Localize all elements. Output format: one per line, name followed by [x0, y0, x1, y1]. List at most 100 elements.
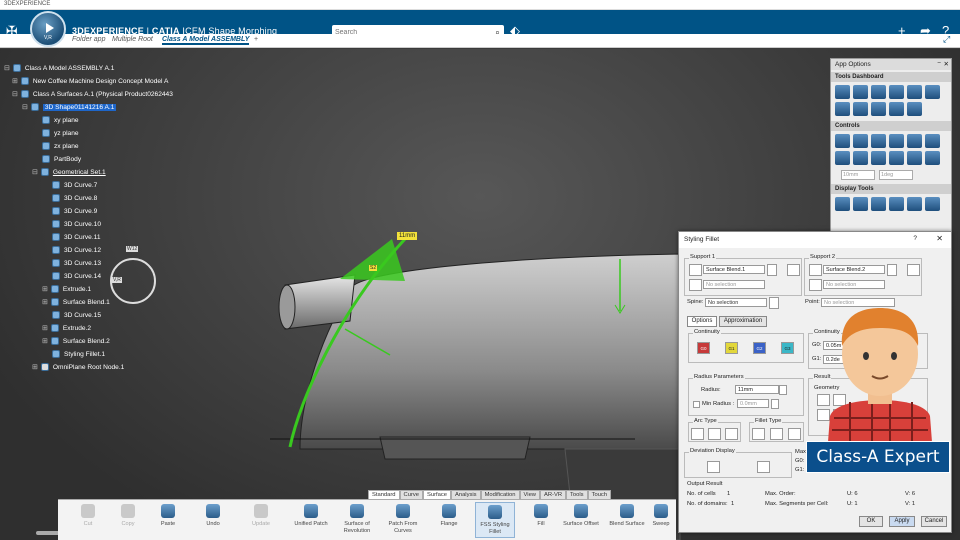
- support2-curve-icon[interactable]: [809, 279, 822, 291]
- tool-icon[interactable]: [853, 102, 868, 116]
- patch-from-curves-button[interactable]: Patch From Curves: [383, 502, 423, 535]
- min-radius-field[interactable]: 0.0mm: [737, 399, 769, 408]
- tool-icon[interactable]: [889, 85, 904, 99]
- support1-pick-icon[interactable]: [767, 264, 777, 276]
- display-tool-icon[interactable]: [889, 197, 904, 211]
- deviation-g1-icon[interactable]: [757, 461, 770, 473]
- support1-curve-icon[interactable]: [689, 279, 702, 291]
- cancel-button[interactable]: Cancel: [921, 516, 947, 527]
- tool-icon[interactable]: [871, 102, 886, 116]
- cut-button[interactable]: Cut: [68, 502, 108, 528]
- spine-pick-icon[interactable]: [769, 297, 779, 309]
- display-tool-icon[interactable]: [835, 197, 850, 211]
- blend-surface-button[interactable]: Blend Surface: [607, 502, 647, 528]
- tool-icon[interactable]: [871, 85, 886, 99]
- tree-row[interactable]: yz plane: [42, 127, 79, 139]
- undo-button[interactable]: Undo: [193, 502, 233, 528]
- fillet-type-1-icon[interactable]: [752, 428, 765, 440]
- dimension-label[interactable]: 11mm: [397, 232, 418, 240]
- display-tools-section[interactable]: Display Tools: [831, 184, 951, 194]
- tree-row[interactable]: ⊞ Surface Blend.1: [42, 296, 110, 308]
- deviation-g0-icon[interactable]: [707, 461, 720, 473]
- min-radius-checkbox[interactable]: [693, 401, 700, 408]
- surface-offset-button[interactable]: Surface Offset: [561, 502, 601, 528]
- tree-row[interactable]: 3D Curve.10: [52, 218, 101, 230]
- tab-class-a-model[interactable]: Class A Model ASSEMBLY: [162, 36, 250, 45]
- expand-icon[interactable]: ⊞: [12, 77, 18, 85]
- unified-patch-button[interactable]: Unified Patch: [291, 502, 331, 528]
- support1-icon[interactable]: [689, 264, 702, 276]
- arc-type-2-icon[interactable]: [708, 428, 721, 440]
- tree-row[interactable]: ⊟ Class A Model ASSEMBLY A.1: [4, 62, 114, 74]
- update-button[interactable]: Update: [241, 502, 281, 528]
- flange-button[interactable]: Flange: [429, 502, 469, 528]
- tree-row[interactable]: ⊟ Class A Surfaces A.1 (Physical Product0…: [12, 88, 173, 100]
- collapse-icon[interactable]: ⊟: [4, 64, 10, 72]
- fill-button[interactable]: Fill: [521, 502, 561, 528]
- tree-row[interactable]: xy plane: [42, 114, 79, 126]
- tree-row[interactable]: 3D Curve.15: [52, 309, 101, 321]
- apply-button[interactable]: Apply: [889, 516, 915, 527]
- tab-approximation[interactable]: Approximation: [719, 316, 767, 327]
- spine-field[interactable]: No selection: [705, 298, 767, 307]
- tree-row[interactable]: ⊞ New Coffee Machine Design Concept Model…: [12, 75, 168, 87]
- robot-compass[interactable]: W12 V,R: [110, 246, 156, 304]
- support1-curve-field[interactable]: No selection: [703, 280, 765, 289]
- control-icon[interactable]: [835, 134, 850, 148]
- support2-option-icon[interactable]: [907, 264, 920, 276]
- fillet-type-2-icon[interactable]: [770, 428, 783, 440]
- continuity-g2-icon[interactable]: G2: [753, 342, 766, 354]
- tree-row[interactable]: zx plane: [42, 140, 79, 152]
- tool-icon[interactable]: [835, 85, 850, 99]
- tool-icon[interactable]: [925, 85, 940, 99]
- controls-section[interactable]: Controls: [831, 121, 951, 131]
- support1-option-icon[interactable]: [787, 264, 800, 276]
- support2-field[interactable]: Surface Blend.2: [823, 265, 885, 274]
- tree-row[interactable]: 3D Curve.7: [52, 179, 97, 191]
- control-icon[interactable]: [907, 151, 922, 165]
- ok-button[interactable]: OK: [859, 516, 883, 527]
- radius-spinner[interactable]: [779, 385, 787, 395]
- step-angle-field[interactable]: 1deg: [879, 170, 913, 180]
- tree-row[interactable]: 3D Curve.11: [52, 231, 101, 243]
- tree-row[interactable]: ⊟ Geometrical Set.1: [32, 166, 106, 178]
- styling-fillet-button[interactable]: FSS Styling Fillet: [475, 502, 515, 538]
- support1-field[interactable]: Surface Blend.1: [703, 265, 765, 274]
- control-icon[interactable]: [871, 134, 886, 148]
- tree-row[interactable]: 3D Curve.13: [52, 257, 101, 269]
- control-icon[interactable]: [889, 151, 904, 165]
- control-icon[interactable]: [853, 134, 868, 148]
- dialog-close-icon[interactable]: ✕: [936, 234, 943, 243]
- control-icon[interactable]: [853, 151, 868, 165]
- maximize-icon[interactable]: ⤢: [943, 34, 950, 45]
- tool-icon[interactable]: [889, 102, 904, 116]
- display-tool-icon[interactable]: [853, 197, 868, 211]
- continuity-g3-icon[interactable]: G3: [781, 342, 794, 354]
- collapse-icon[interactable]: ⊟: [22, 103, 28, 111]
- tool-icon[interactable]: [907, 102, 922, 116]
- tree-row[interactable]: ⊟ 3D Shape01141216 A.1: [22, 101, 117, 113]
- display-tool-icon[interactable]: [925, 197, 940, 211]
- control-icon[interactable]: [889, 134, 904, 148]
- control-icon[interactable]: [835, 151, 850, 165]
- close-icon[interactable]: ✕: [944, 60, 949, 68]
- continuity-g1-icon[interactable]: G1: [725, 342, 738, 354]
- fillet-type-3-icon[interactable]: [788, 428, 801, 440]
- tree-row[interactable]: PartBody: [42, 153, 81, 165]
- support2-curve-field[interactable]: No selection: [823, 280, 885, 289]
- tree-row[interactable]: ⊞ Extrude.1: [42, 283, 91, 295]
- tree-row[interactable]: 3D Curve.8: [52, 192, 97, 204]
- expand-icon[interactable]: ⊞: [42, 298, 48, 306]
- arc-type-1-icon[interactable]: [691, 428, 704, 440]
- tool-icon[interactable]: [835, 102, 850, 116]
- step-length-field[interactable]: 10mm: [841, 170, 875, 180]
- collapse-icon[interactable]: ⊟: [12, 90, 18, 98]
- support2-icon[interactable]: [809, 264, 822, 276]
- control-icon[interactable]: [925, 134, 940, 148]
- control-icon[interactable]: [871, 151, 886, 165]
- tree-row[interactable]: ⊞ OmniPlane Root Node.1: [32, 361, 124, 373]
- tab-options[interactable]: Options: [687, 316, 717, 327]
- display-tool-icon[interactable]: [907, 197, 922, 211]
- minimize-icon[interactable]: −: [937, 60, 941, 67]
- expand-icon[interactable]: ⊞: [42, 324, 48, 332]
